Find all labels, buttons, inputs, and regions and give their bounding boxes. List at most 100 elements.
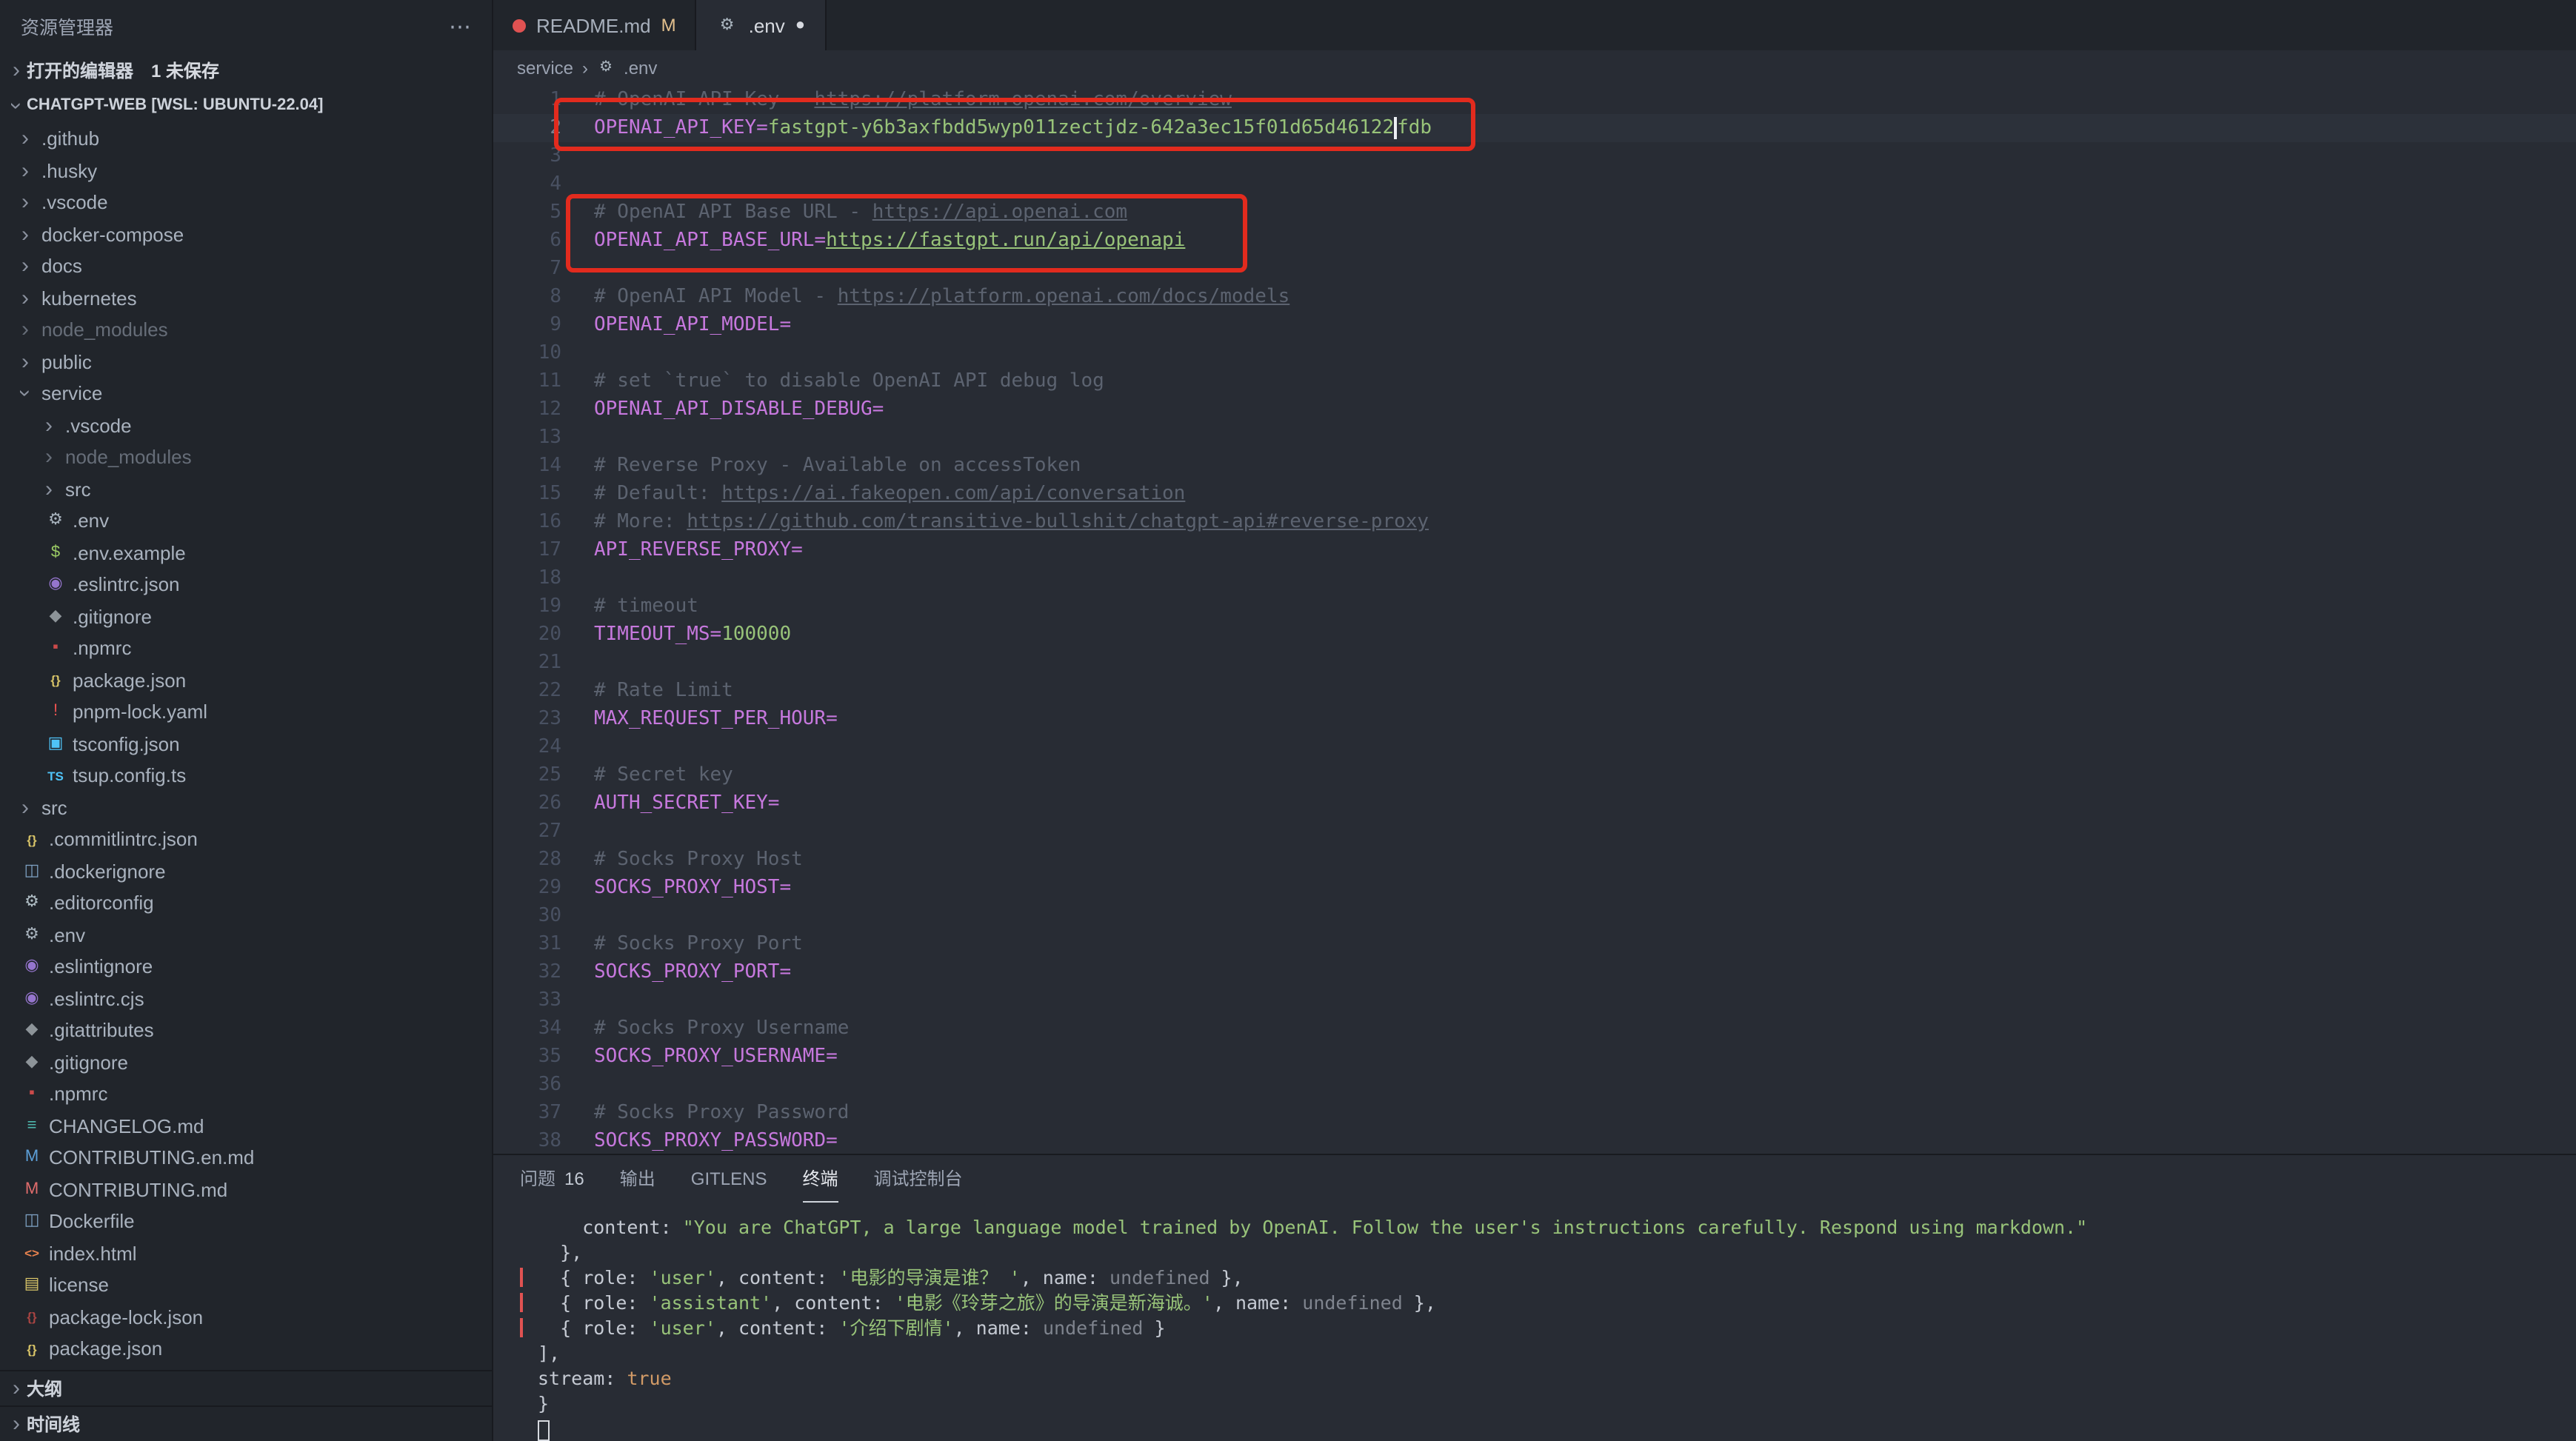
editor-line-33[interactable]: 33 <box>493 986 2576 1014</box>
editor-line-20[interactable]: 20TIMEOUT_MS=100000 <box>493 621 2576 649</box>
editor-line-23[interactable]: 23MAX_REQUEST_PER_HOUR= <box>493 705 2576 733</box>
tree-item-kubernetes[interactable]: ›kubernetes <box>0 282 492 314</box>
tree-item-.commitlintrc.json[interactable]: {}.commitlintrc.json <box>0 823 492 855</box>
tree-item-.husky[interactable]: ›.husky <box>0 155 492 187</box>
editor-line-29[interactable]: 29SOCKS_PROXY_HOST= <box>493 874 2576 902</box>
terminal-line: { role: 'user', content: '电影的导演是谁？ ', na… <box>538 1265 2576 1290</box>
editor-line-24[interactable]: 24 <box>493 733 2576 761</box>
editor-line-5[interactable]: 5# OpenAI API Base URL - https://api.ope… <box>493 198 2576 227</box>
editor-line-36[interactable]: 36 <box>493 1071 2576 1099</box>
editor-line-37[interactable]: 37# Socks Proxy Password <box>493 1099 2576 1127</box>
terminal-pane[interactable]: content: "You are ChatGPT, a large langu… <box>493 1203 2576 1441</box>
tree-item-.vscode[interactable]: ›.vscode <box>0 409 492 441</box>
tree-item-CONTRIBUTING.md[interactable]: MCONTRIBUTING.md <box>0 1174 492 1206</box>
workspace-root[interactable]: › CHATGPT-WEB [WSL: UBUNTU-22.04] <box>0 87 492 123</box>
tree-item-.gitignore[interactable]: ◆.gitignore <box>0 1046 492 1078</box>
tree-item-docker-compose[interactable]: ›docker-compose <box>0 218 492 250</box>
terminal-token: }, <box>538 1241 582 1263</box>
editor-line-15[interactable]: 15# Default: https://ai.fakeopen.com/api… <box>493 480 2576 508</box>
editor-pane[interactable]: 1# OpenAI API Key - https://platform.ope… <box>493 86 2576 1154</box>
editor-line-31[interactable]: 31# Socks Proxy Port <box>493 930 2576 958</box>
tree-item-package.json[interactable]: {}package.json <box>0 1333 492 1365</box>
editor-line-28[interactable]: 28# Socks Proxy Host <box>493 846 2576 874</box>
tree-item-.npmrc[interactable]: ▪.npmrc <box>0 632 492 664</box>
editor-line-22[interactable]: 22# Rate Limit <box>493 677 2576 705</box>
editor-line-8[interactable]: 8# OpenAI API Model - https://platform.o… <box>493 283 2576 311</box>
tree-item-.env[interactable]: ⚙.env <box>0 505 492 537</box>
tree-item-service[interactable]: ›service <box>0 378 492 409</box>
editor-line-16[interactable]: 16# More: https://github.com/transitive-… <box>493 508 2576 536</box>
tree-item-.eslintrc.json[interactable]: ◉.eslintrc.json <box>0 569 492 601</box>
editor-line-21[interactable]: 21 <box>493 649 2576 677</box>
editor-line-18[interactable]: 18 <box>493 564 2576 592</box>
tree-item-src[interactable]: ›src <box>0 792 492 823</box>
tree-item-tsup.config.ts[interactable]: TStsup.config.ts <box>0 760 492 792</box>
outline-section[interactable]: › 大纲 <box>0 1370 492 1405</box>
panel-tab-GITLENS[interactable]: GITLENS <box>691 1155 767 1203</box>
tab-.env[interactable]: ⚙.env● <box>697 0 826 50</box>
editor-line-6[interactable]: 6OPENAI_API_BASE_URL=https://fastgpt.run… <box>493 227 2576 255</box>
tree-item-index.html[interactable]: <>index.html <box>0 1237 492 1269</box>
tab-README.md[interactable]: README.mdM <box>493 0 697 50</box>
tree-item-package.json[interactable]: {}package.json <box>0 664 492 696</box>
editor-line-19[interactable]: 19# timeout <box>493 592 2576 621</box>
editor-line-4[interactable]: 4 <box>493 170 2576 198</box>
tree-item-docs[interactable]: ›docs <box>0 250 492 282</box>
tree-item-node_modules[interactable]: ›node_modules <box>0 441 492 473</box>
editor-line-35[interactable]: 35SOCKS_PROXY_USERNAME= <box>493 1043 2576 1071</box>
tree-item-.eslintignore[interactable]: ◉.eslintignore <box>0 951 492 983</box>
tree-item-package-lock.json[interactable]: {}package-lock.json <box>0 1301 492 1333</box>
editor-line-13[interactable]: 13 <box>493 424 2576 452</box>
line-content <box>561 142 594 170</box>
line-number: 12 <box>493 395 561 424</box>
panel-tab-调试控制台[interactable]: 调试控制台 <box>874 1155 963 1203</box>
editor-line-27[interactable]: 27 <box>493 818 2576 846</box>
editor-line-26[interactable]: 26AUTH_SECRET_KEY= <box>493 789 2576 818</box>
tree-item-node_modules[interactable]: ›node_modules <box>0 314 492 346</box>
tree-item-.github[interactable]: ›.github <box>0 123 492 155</box>
editor-line-32[interactable]: 32SOCKS_PROXY_PORT= <box>493 958 2576 986</box>
editor-line-9[interactable]: 9OPENAI_API_MODEL= <box>493 311 2576 339</box>
tree-item-.dockerignore[interactable]: ◫.dockerignore <box>0 855 492 887</box>
panel-tab-输出[interactable]: 输出 <box>620 1155 655 1203</box>
tree-item-.gitattributes[interactable]: ◆.gitattributes <box>0 1014 492 1046</box>
editor-line-25[interactable]: 25# Secret key <box>493 761 2576 789</box>
editor-line-34[interactable]: 34# Socks Proxy Username <box>493 1014 2576 1043</box>
tree-item-.npmrc[interactable]: ▪.npmrc <box>0 1078 492 1110</box>
breadcrumb-folder[interactable]: service <box>517 58 573 78</box>
tree-item-.vscode[interactable]: ›.vscode <box>0 187 492 218</box>
tree-item-src[interactable]: ›src <box>0 473 492 505</box>
mdblue-icon: M <box>21 1150 43 1166</box>
panel-tab-终端[interactable]: 终端 <box>803 1155 838 1203</box>
editor-line-30[interactable]: 30 <box>493 902 2576 930</box>
editor-line-7[interactable]: 7 <box>493 255 2576 283</box>
unsaved-dot-icon[interactable]: ● <box>795 16 805 34</box>
tree-item-.editorconfig[interactable]: ⚙.editorconfig <box>0 887 492 919</box>
editor-line-2[interactable]: 2OPENAI_API_KEY=fastgpt-y6b3axfbdd5wyp01… <box>493 114 2576 142</box>
editor-line-1[interactable]: 1# OpenAI API Key - https://platform.ope… <box>493 86 2576 114</box>
tree-item-.eslintrc.cjs[interactable]: ◉.eslintrc.cjs <box>0 983 492 1014</box>
tree-item-Dockerfile[interactable]: ◫Dockerfile <box>0 1206 492 1237</box>
tree-item-public[interactable]: ›public <box>0 346 492 378</box>
editor-line-38[interactable]: 38SOCKS_PROXY_PASSWORD= <box>493 1127 2576 1154</box>
editor-line-3[interactable]: 3 <box>493 142 2576 170</box>
editor-line-17[interactable]: 17API_REVERSE_PROXY= <box>493 536 2576 564</box>
tree-item-label: .editorconfig <box>49 892 154 915</box>
tree-item-.env.example[interactable]: $.env.example <box>0 537 492 569</box>
editor-line-12[interactable]: 12OPENAI_API_DISABLE_DEBUG= <box>493 395 2576 424</box>
tree-item-pnpm-lock.yaml[interactable]: !pnpm-lock.yaml <box>0 696 492 728</box>
panel-tab-问题[interactable]: 问题16 <box>520 1155 584 1203</box>
breadcrumb-file[interactable]: .env <box>624 58 657 78</box>
tree-item-license[interactable]: ▤license <box>0 1269 492 1301</box>
editor-line-11[interactable]: 11# set `true` to disable OpenAI API deb… <box>493 367 2576 395</box>
tree-item-CHANGELOG.md[interactable]: ≡CHANGELOG.md <box>0 1110 492 1142</box>
more-actions-icon[interactable]: ⋯ <box>449 13 471 39</box>
tree-item-.env[interactable]: ⚙.env <box>0 919 492 951</box>
timeline-section[interactable]: › 时间线 <box>0 1405 492 1441</box>
editor-line-14[interactable]: 14# Reverse Proxy - Available on accessT… <box>493 452 2576 480</box>
editor-line-10[interactable]: 10 <box>493 339 2576 367</box>
tree-item-tsconfig.json[interactable]: ▣tsconfig.json <box>0 728 492 760</box>
open-editors-section[interactable]: › 打开的编辑器 1 未保存 <box>0 52 492 87</box>
tree-item-CONTRIBUTING.en.md[interactable]: MCONTRIBUTING.en.md <box>0 1142 492 1174</box>
tree-item-.gitignore[interactable]: ◆.gitignore <box>0 601 492 632</box>
